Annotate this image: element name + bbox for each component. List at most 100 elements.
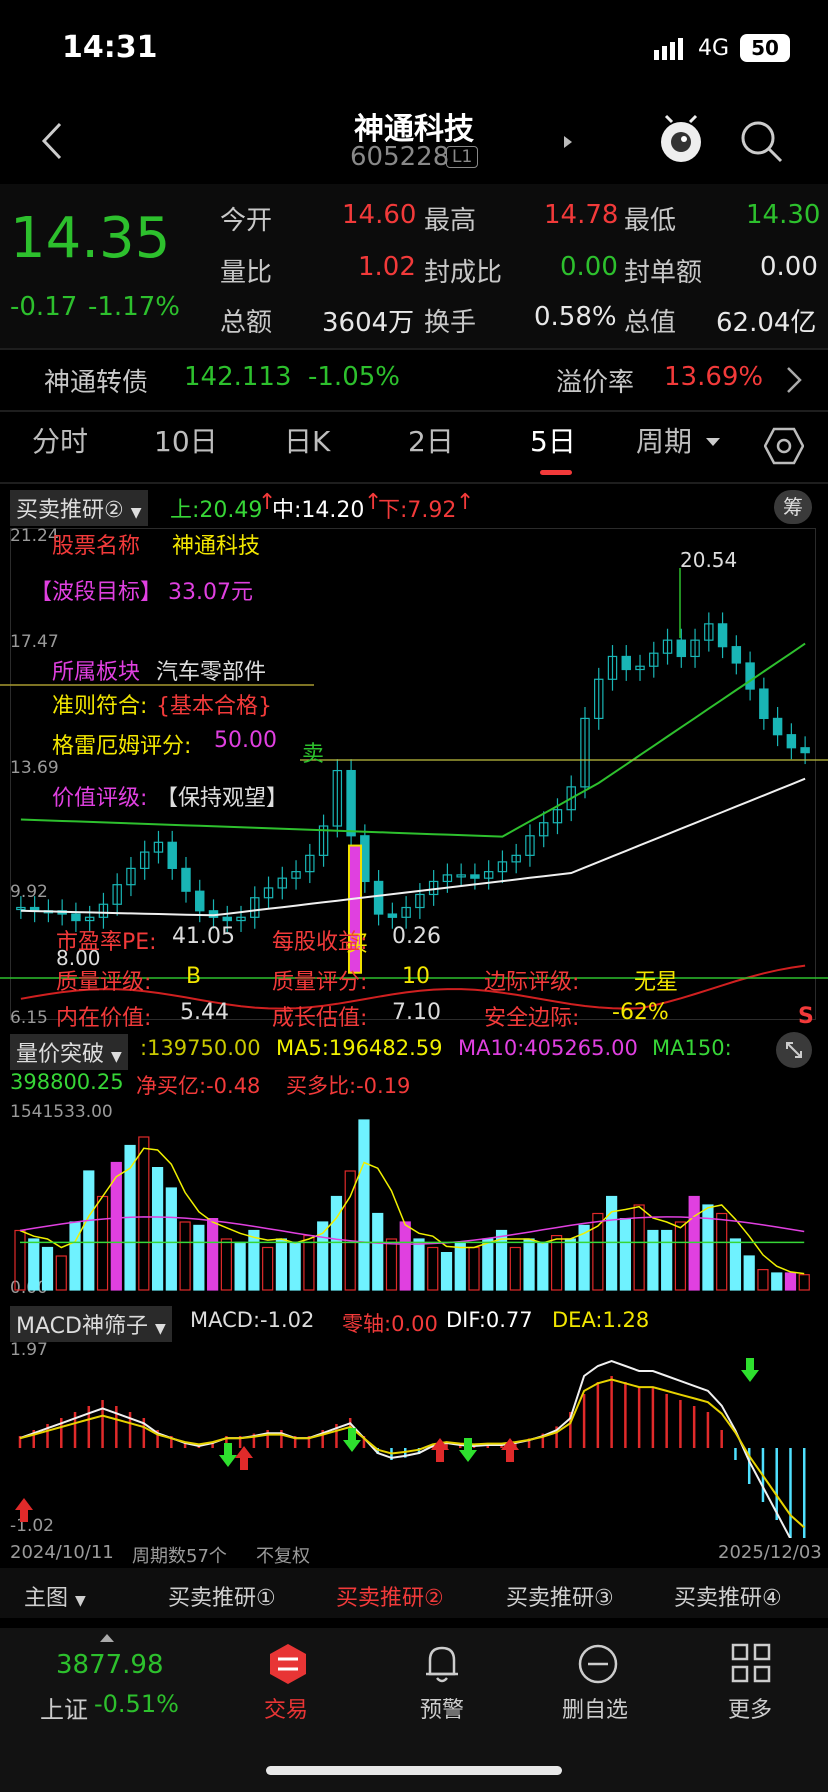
axis-label-5: 6.15 [10,1008,48,1028]
sector-label: 所属板块 [52,660,141,685]
stat-label-turnover: 换手 [424,308,477,338]
volume-bar [207,1217,219,1291]
price-change-pct: -1.17% [88,292,180,322]
nav-remove-watch[interactable]: 删自选 [556,1642,636,1726]
index-name: 上证 [40,1696,88,1724]
volume-bar [41,1246,54,1291]
sell-arrow-icon [219,1443,237,1467]
volume-bar [151,1166,164,1291]
candle-body [676,639,687,658]
tab-period[interactable]: 周期 [636,420,692,460]
axis-label-4: 9.92 [10,882,48,902]
nav-more[interactable]: 更多 [724,1642,784,1726]
macd-chart [15,1358,806,1538]
stat-value-market-cap: 62.04亿 [716,308,817,338]
stock-name-value: 神通科技 [172,534,261,559]
expand-icon[interactable] [776,1032,812,1068]
home-indicator [266,1766,562,1775]
indicator-tab-3[interactable]: 买卖推研③ [506,1580,614,1612]
volume-bar [688,1195,700,1291]
divider [0,482,828,484]
stat-label-seal-ratio: 封成比 [424,258,503,288]
settings-icon[interactable] [763,426,805,470]
next-arrow-icon[interactable] [564,136,572,148]
main-chart-select[interactable]: 主图 ▼ [24,1580,86,1612]
tab-5day[interactable]: 5日 [530,420,576,460]
candle-body [470,874,480,879]
candle-body [717,623,728,648]
indicator-tab-4[interactable]: 买卖推研④ [674,1580,782,1612]
volume-bar [468,1246,480,1291]
nav-alert[interactable]: 预警 [412,1642,472,1726]
candle-body [195,890,205,912]
macd-zero: 零轴:0.00 [342,1312,438,1336]
indicator-tab-1[interactable]: 买卖推研① [168,1580,276,1612]
stat-value-low: 14.30 [746,200,821,230]
indicator-tab-2[interactable]: 买卖推研② [336,1580,444,1612]
bond-change: -1.05% [308,362,400,392]
peak-label: 20.54 [680,548,738,572]
lower-arrow-icon: ↑ [456,490,475,515]
volume-bar [55,1255,67,1291]
battery-icon: 50 [740,34,790,62]
bond-row[interactable]: 神通转债 142.113 -1.05% 溢价率 13.69% [0,350,828,410]
buy-ratio: 买多比:-0.19 [286,1074,411,1098]
stat-label-amount: 总额 [220,308,273,338]
main-indicator-name: 买卖推研② [16,498,124,523]
safety-label: 安全边际: [484,1006,580,1031]
trade-icon [266,1642,310,1690]
nav-remove-label: 删自选 [562,1698,629,1723]
volume-bar [330,1195,343,1291]
volume-bar [372,1212,384,1291]
price-change: -0.17 [10,292,78,322]
volume-bar [427,1246,439,1291]
volume-bar [69,1221,81,1291]
volume-bar [262,1246,274,1291]
stat-value-seal-ratio: 0.00 [560,252,618,282]
macd-indicator-select[interactable]: MACD神筛子 ▼ [10,1306,172,1342]
index-value[interactable]: 3877.98 [56,1650,164,1680]
tab-2day[interactable]: 2日 [408,420,454,460]
volume-bar [440,1252,453,1291]
tab-daily-k[interactable]: 日K [284,420,330,460]
target-value: 33.07元 [168,580,253,605]
axis-end-date: 2025/12/03 [718,1542,822,1563]
adjust-mode: 不复权 [256,1546,310,1567]
nav-trade[interactable]: 交易 [258,1642,318,1726]
candle-body [373,880,384,915]
volume-bar [784,1272,797,1291]
intrinsic-label: 内在价值: [56,1006,152,1031]
status-time: 14:31 [62,30,158,65]
main-indicator-select[interactable]: 买卖推研② ▼ [10,490,148,526]
tab-intraday[interactable]: 分时 [32,420,88,460]
tab-10day[interactable]: 10日 [154,420,218,460]
main-chart-label: 主图 [24,1586,69,1611]
volume-bar [220,1238,232,1291]
search-icon[interactable] [740,120,784,168]
mascot-icon[interactable] [658,114,704,168]
chip-button[interactable]: 筹 [774,490,812,524]
candle-body [71,913,81,922]
axis-label-3: 13.69 [10,758,59,778]
tab-active-underline [540,470,572,475]
criteria-value: {基本合格} [156,694,272,719]
s-mark: S [798,1004,814,1029]
volume-bar [358,1119,370,1291]
quality-score-value: 10 [402,964,430,989]
stat-value-high: 14.78 [544,200,619,230]
dropdown-icon: ▼ [75,1593,86,1609]
volume-bar [550,1235,563,1291]
eps-label: 每股收益: [272,930,368,955]
candle-body [759,688,769,720]
macd-dea: DEA:1.28 [552,1308,650,1332]
volume-bar [28,1238,40,1291]
volume-indicator-select[interactable]: 量价突破 ▼ [10,1034,128,1070]
volume-bar [523,1238,535,1291]
growth-label: 成长估值: [272,1006,368,1031]
market-badge: L1 [446,146,479,168]
volume-bar [275,1238,288,1291]
back-icon[interactable] [40,122,64,164]
stat-value-turnover: 0.58% [534,302,617,332]
net-buy: 净买亿:-0.48 [136,1074,261,1098]
quality-value: B [186,964,202,989]
